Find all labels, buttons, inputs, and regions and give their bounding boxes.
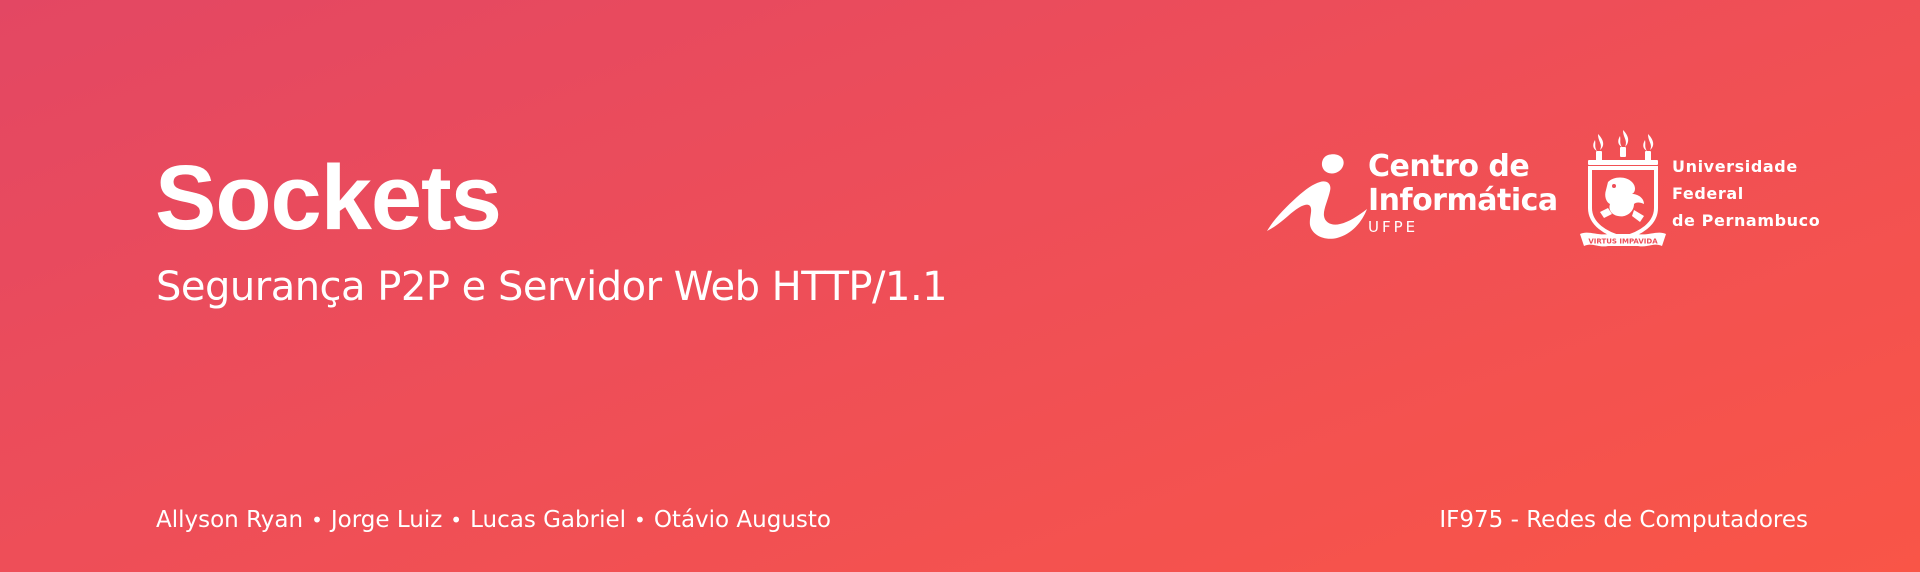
cin-mark-icon (1267, 154, 1367, 239)
course-label: IF975 - Redes de Computadores (1439, 507, 1808, 533)
ufpe-crest-icon: VIRTUS IMPAVIDA (1580, 130, 1666, 247)
author-name: Otávio Augusto (653, 507, 831, 533)
slide-subtitle: Segurança P2P e Servidor Web HTTP/1.1 (156, 264, 948, 310)
cin-line-centro: Centro de (1368, 149, 1530, 184)
slide-title: Sockets (155, 147, 502, 249)
ufpe-wordmark: Universidade Federal de Pernambuco (1672, 153, 1820, 234)
title-banner: Sockets Segurança P2P e Servidor Web HTT… (0, 0, 1920, 572)
author-separator: • (311, 508, 323, 532)
ufpe-line-federal: Federal (1672, 184, 1744, 203)
author-name: Allyson Ryan (156, 507, 304, 533)
author-name: Jorge Luiz (330, 507, 443, 533)
author-name: Lucas Gabriel (470, 507, 627, 533)
ufpe-motto: VIRTUS IMPAVIDA (1588, 238, 1658, 246)
ufpe-line-universidade: Universidade (1672, 157, 1798, 176)
cin-wordmark: Centro de Informática UFPE (1368, 149, 1558, 237)
author-separator: • (634, 508, 646, 532)
author-separator: • (450, 508, 463, 532)
ufpe-line-pernambuco: de Pernambuco (1672, 211, 1821, 230)
author-list: Allyson Ryan • Jorge Luiz • Lucas Gabrie… (156, 503, 831, 537)
cin-line-ufpe: UFPE (1368, 218, 1419, 236)
cin-logo: Centro de Informática UFPE (1266, 149, 1558, 242)
cin-line-informatica: Informática (1368, 183, 1558, 218)
